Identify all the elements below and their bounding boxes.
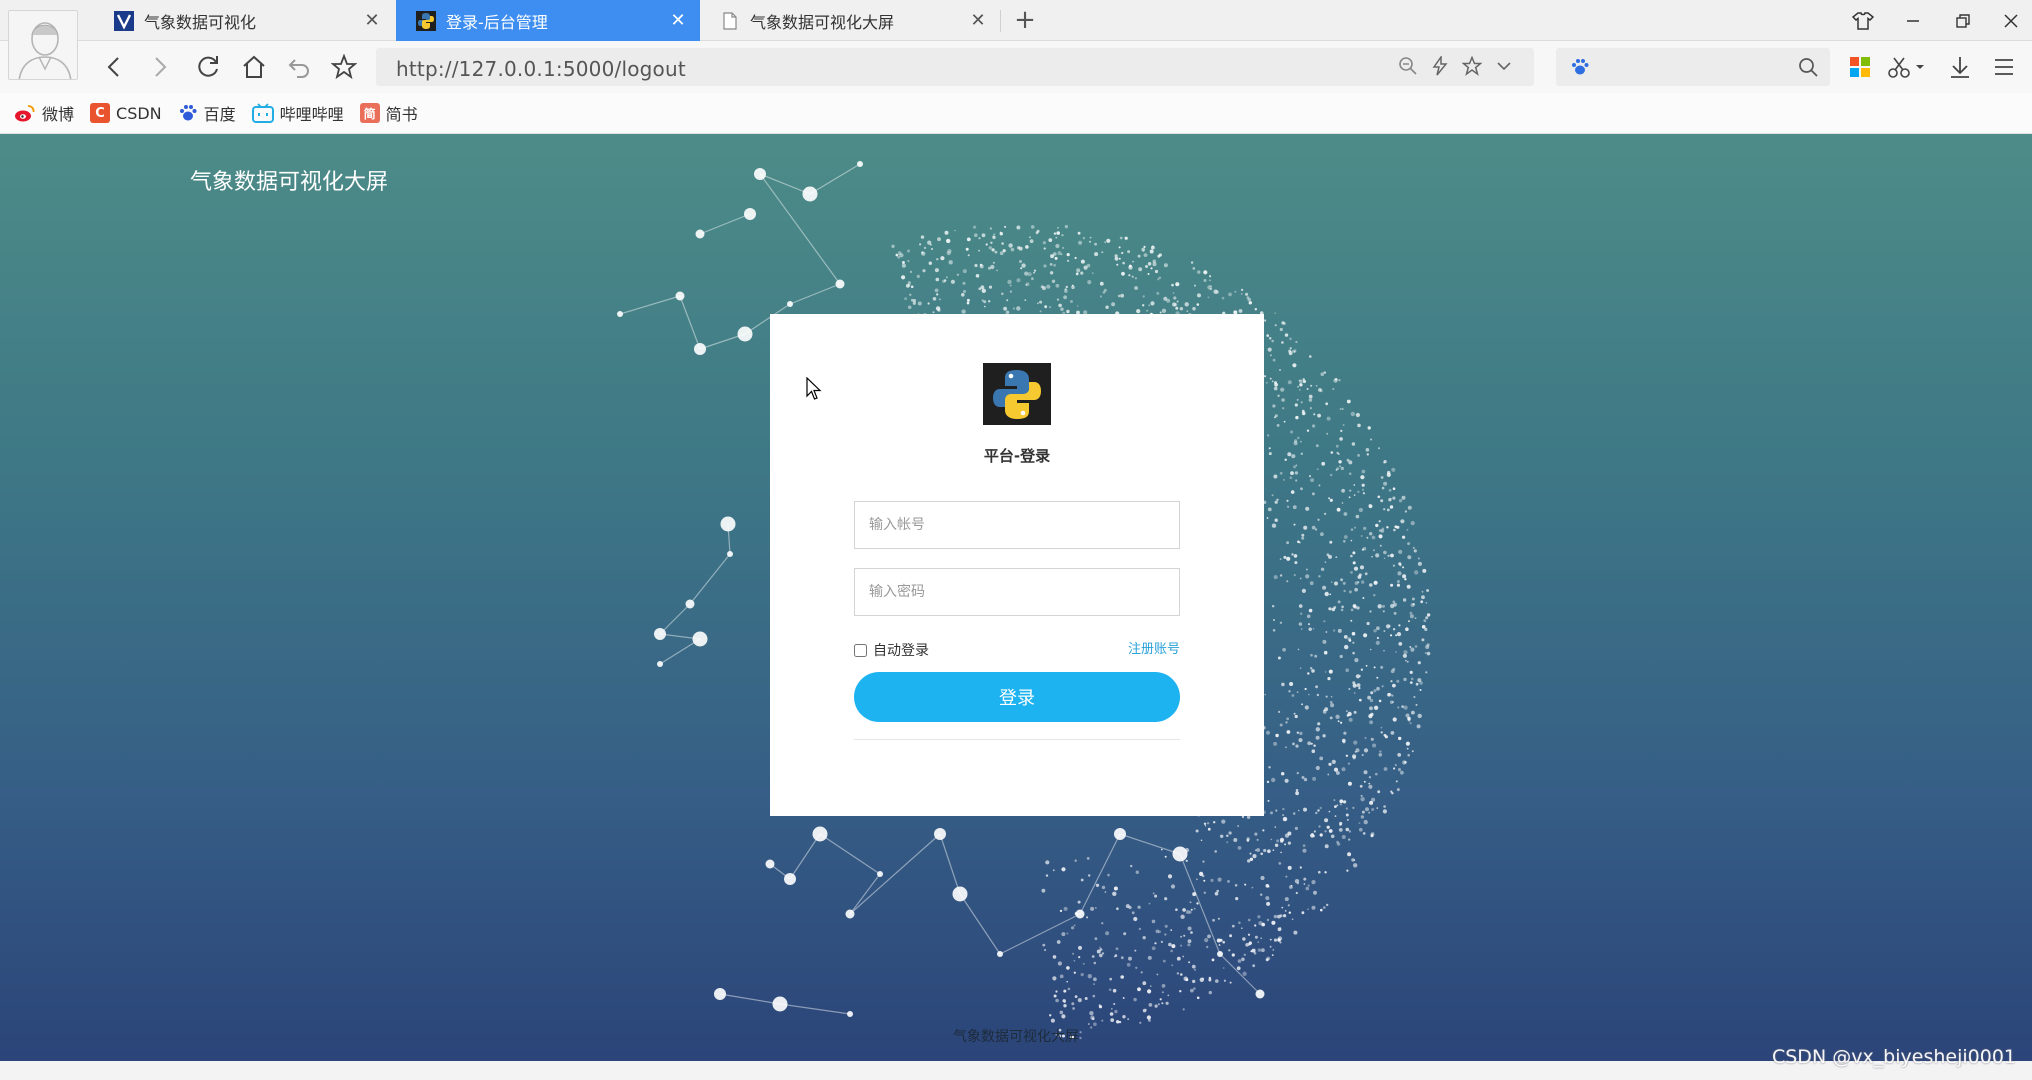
close-icon[interactable]: ✕ xyxy=(362,10,382,31)
bookmark-weibo[interactable]: 微博 xyxy=(14,101,74,125)
status-bar xyxy=(0,1061,2032,1080)
minimize-icon[interactable] xyxy=(1898,6,1928,36)
watermark: CSDN @vx_biyesheji0001 xyxy=(1771,1046,2016,1068)
login-title: 平台-登录 xyxy=(983,447,1051,465)
v-logo-icon xyxy=(114,10,134,31)
bookmark-label: CSDN xyxy=(116,103,162,123)
profile-avatar[interactable] xyxy=(8,10,78,80)
site-title: 气象数据可视化大屏 xyxy=(190,170,389,195)
close-icon[interactable]: ✕ xyxy=(668,10,688,31)
refresh-icon[interactable] xyxy=(192,51,224,83)
bookmark-star-icon[interactable] xyxy=(328,51,360,83)
python-logo-icon xyxy=(416,10,436,31)
search-icon[interactable] xyxy=(1798,57,1818,77)
address-bar[interactable]: http://127.0.0.1:5000/logout xyxy=(376,48,1534,86)
page-viewport: 气象数据可视化大屏 平台-登录 自动登录 注册账号 登录 气象数据可视化大屏 xyxy=(0,134,2032,1061)
document-icon xyxy=(723,11,737,30)
user-avatar-icon xyxy=(9,11,77,79)
baidu-paw-icon xyxy=(1572,59,1589,75)
navigation-bar: http://127.0.0.1:5000/logout xyxy=(0,41,2032,93)
login-card: 平台-登录 自动登录 注册账号 登录 xyxy=(770,314,1264,816)
lightning-icon[interactable] xyxy=(1430,56,1450,76)
tab-login-admin[interactable]: 登录-后台管理 ✕ xyxy=(396,0,700,41)
remember-label: 自动登录 xyxy=(873,643,929,659)
bookmark-label: 哔哩哔哩 xyxy=(279,105,344,124)
restore-icon[interactable] xyxy=(1948,6,1978,36)
chevron-down-icon[interactable] xyxy=(1494,56,1514,76)
forward-icon[interactable] xyxy=(144,51,176,83)
remember-checkbox[interactable] xyxy=(854,643,867,657)
menu-icon[interactable] xyxy=(1988,51,2020,83)
password-input[interactable] xyxy=(854,568,1180,616)
tab-label: 气象数据可视化大屏 xyxy=(750,12,895,32)
download-icon[interactable] xyxy=(1944,51,1976,83)
tab-strip: 气象数据可视化 ✕ 登录-后台管理 ✕ 气象数据可视化大屏 ✕ + xyxy=(0,0,2032,41)
bilibili-icon xyxy=(251,103,274,123)
skin-icon[interactable] xyxy=(1848,6,1878,36)
close-icon[interactable]: ✕ xyxy=(968,10,988,31)
bookmarks-bar: 微博 C CSDN 百度 哔哩哔哩 简 简书 xyxy=(0,93,2032,134)
undo-close-icon[interactable] xyxy=(284,51,316,83)
zoom-icon[interactable] xyxy=(1398,56,1418,76)
tab-label: 登录-后台管理 xyxy=(446,12,548,32)
url-text[interactable]: http://127.0.0.1:5000/logout xyxy=(396,57,686,81)
username-input[interactable] xyxy=(854,501,1180,549)
footer-text: 气象数据可视化大屏 xyxy=(953,1029,1079,1045)
close-window-icon[interactable] xyxy=(1996,6,2026,36)
mouse-cursor-icon xyxy=(806,377,822,400)
tab-separator xyxy=(1000,10,1001,32)
tab-weather-dashboard[interactable]: 气象数据可视化大屏 ✕ xyxy=(700,0,1000,41)
baidu-icon xyxy=(179,105,197,121)
weibo-icon xyxy=(15,105,35,122)
screenshot-scissors-icon[interactable] xyxy=(1884,51,1928,83)
bookmark-label: 简书 xyxy=(385,105,418,124)
login-button[interactable]: 登录 xyxy=(854,672,1180,722)
python-logo-icon xyxy=(983,363,1051,425)
new-tab-button[interactable]: + xyxy=(1010,6,1040,36)
bookmark-jianshu[interactable]: 简 简书 xyxy=(359,101,418,125)
register-link[interactable]: 注册账号 xyxy=(1128,638,1180,657)
bookmark-baidu[interactable]: 百度 xyxy=(178,101,236,125)
back-icon[interactable] xyxy=(98,51,130,83)
bookmark-label: 微博 xyxy=(42,105,75,124)
favorite-star-icon[interactable] xyxy=(1462,56,1482,76)
jianshu-icon: 简 xyxy=(359,103,380,123)
divider xyxy=(854,739,1180,740)
search-box[interactable] xyxy=(1556,48,1830,86)
home-icon[interactable] xyxy=(238,51,270,83)
apps-grid-icon[interactable] xyxy=(1844,51,1876,83)
tab-label: 气象数据可视化 xyxy=(144,12,257,32)
bookmark-csdn[interactable]: C CSDN xyxy=(90,103,162,123)
bookmark-label: 百度 xyxy=(203,105,236,124)
remember-me[interactable]: 自动登录 xyxy=(854,640,929,660)
csdn-icon: C xyxy=(90,103,111,123)
bookmark-bilibili[interactable]: 哔哩哔哩 xyxy=(251,101,344,125)
tab-weather-viz[interactable]: 气象数据可视化 ✕ xyxy=(94,0,394,41)
